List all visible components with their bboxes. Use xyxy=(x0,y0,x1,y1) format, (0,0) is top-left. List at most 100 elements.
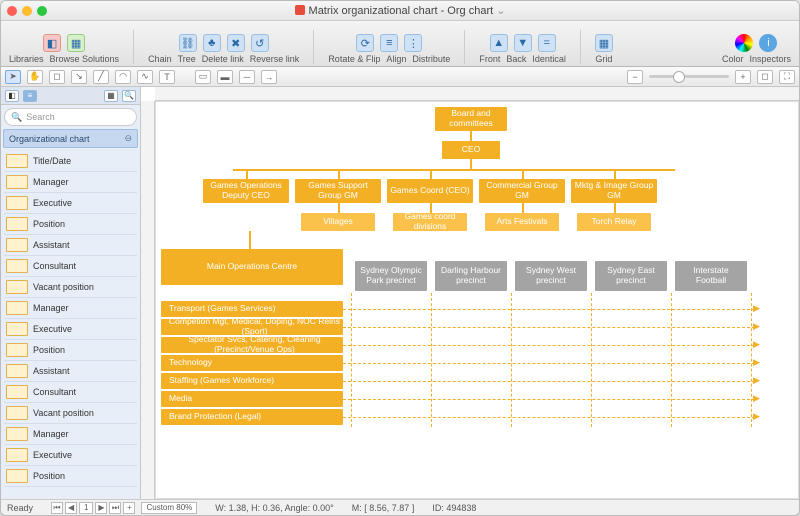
library-item[interactable]: Position xyxy=(4,466,137,487)
library-item[interactable]: Consultant xyxy=(4,382,137,403)
tree-icon[interactable]: ♣ xyxy=(203,34,221,52)
sidebar-tab-search[interactable]: 🔍 xyxy=(122,90,136,102)
orgchart-node[interactable]: Transport (Games Services) xyxy=(161,301,343,317)
library-item-label: Title/Date xyxy=(33,156,71,166)
align-icon[interactable]: ≡ xyxy=(380,34,398,52)
reverse-link-icon[interactable]: ↺ xyxy=(251,34,269,52)
page-last-button[interactable]: ⏭ xyxy=(109,502,121,514)
page-first-button[interactable]: ⏮ xyxy=(51,502,63,514)
traffic-lights xyxy=(7,6,47,16)
distribute-icon[interactable]: ⋮ xyxy=(404,34,422,52)
library-item[interactable]: Vacant position xyxy=(4,403,137,424)
orgchart-node[interactable]: Mktg & Image Group GM xyxy=(571,179,657,203)
sidebar-tab-list[interactable]: ≡ xyxy=(23,90,37,102)
arc-tool[interactable]: ◠ xyxy=(115,70,131,84)
orgchart-node[interactable]: Sydney Olympic Park precinct xyxy=(355,261,427,291)
library-item-label: Manager xyxy=(33,177,69,187)
chain-icon[interactable]: ⛓ xyxy=(179,34,197,52)
orgchart-node[interactable]: Main Operations Centre xyxy=(161,249,343,285)
fitpage-icon[interactable]: ◻ xyxy=(757,70,773,84)
library-item[interactable]: Executive xyxy=(4,445,137,466)
orgchart-node[interactable]: Sydney West precinct xyxy=(515,261,587,291)
pointer-tool[interactable]: ➤ xyxy=(5,70,21,84)
orgchart-node[interactable]: Games Operations Deputy CEO xyxy=(203,179,289,203)
orgchart-node[interactable]: Games Support Group GM xyxy=(295,179,381,203)
connector-tool[interactable]: ↘ xyxy=(71,70,87,84)
library-item[interactable]: Executive xyxy=(4,193,137,214)
arrow-icon: ▶ xyxy=(753,321,760,332)
format-fill[interactable]: ▬ xyxy=(217,70,233,84)
page-next-button[interactable]: ▶ xyxy=(95,502,107,514)
search-icon: 🔍 xyxy=(11,112,22,123)
orgchart-node[interactable]: Technology xyxy=(161,355,343,371)
sidebar-search[interactable]: 🔍Search xyxy=(4,108,137,126)
library-item[interactable]: Vacant position xyxy=(4,277,137,298)
orgchart-node[interactable]: Torch Relay xyxy=(577,213,651,231)
sidebar-tab-panel[interactable]: ◧ xyxy=(5,90,19,102)
orgchart-node[interactable]: Games coord divisions xyxy=(393,213,467,231)
orgchart-node[interactable]: Darling Harbour precinct xyxy=(435,261,507,291)
page-current[interactable]: 1 xyxy=(79,502,93,514)
orgchart-node[interactable]: Brand Protection (Legal) xyxy=(161,409,343,425)
rotate-flip-icon[interactable]: ⟳ xyxy=(356,34,374,52)
zoom-out-button[interactable]: − xyxy=(627,70,643,84)
spline-tool[interactable]: ∿ xyxy=(137,70,153,84)
grid-icon[interactable]: ▦ xyxy=(595,34,613,52)
inspectors-icon[interactable]: i xyxy=(759,34,777,52)
format-arrow[interactable]: → xyxy=(261,70,277,84)
library-item[interactable]: Title/Date xyxy=(4,151,137,172)
page-prev-button[interactable]: ◀ xyxy=(65,502,77,514)
canvas[interactable]: Board and committees CEO Games Operations … xyxy=(155,101,799,499)
library-item[interactable]: Executive xyxy=(4,319,137,340)
shape-thumb-icon xyxy=(6,259,28,273)
orgchart-node[interactable]: Arts Festivals xyxy=(485,213,559,231)
orgchart-node[interactable]: Commercial Group GM xyxy=(479,179,565,203)
page-add-button[interactable]: + xyxy=(123,502,135,514)
orgchart-node[interactable]: Staffing (Games Workforce) xyxy=(161,373,343,389)
sidebar-library-header[interactable]: Organizational chart⊖ xyxy=(3,129,138,148)
orgchart-node[interactable]: Interstate Football xyxy=(675,261,747,291)
shape-thumb-icon xyxy=(6,238,28,252)
front-icon[interactable]: ▲ xyxy=(490,34,508,52)
hand-tool[interactable]: ✋ xyxy=(27,70,43,84)
library-item[interactable]: Assistant xyxy=(4,235,137,256)
orgchart-node[interactable]: Spectator Svcs, Catering, Cleaning (Prec… xyxy=(161,337,343,353)
toolbar-group-right: i ColorInspectors xyxy=(722,34,791,64)
fullscreen-icon[interactable]: ⛶ xyxy=(779,70,795,84)
shape-tool[interactable]: ◻ xyxy=(49,70,65,84)
library-item[interactable]: Position xyxy=(4,214,137,235)
close-icon[interactable] xyxy=(7,6,17,16)
format-border[interactable]: ▭ xyxy=(195,70,211,84)
color-icon[interactable] xyxy=(735,34,753,52)
toolbar-label: Libraries xyxy=(9,54,44,64)
format-line[interactable]: ─ xyxy=(239,70,255,84)
minimize-icon[interactable] xyxy=(22,6,32,16)
text-tool[interactable]: T xyxy=(159,70,175,84)
orgchart-node[interactable]: CEO xyxy=(442,141,500,159)
delete-link-icon[interactable]: ✖ xyxy=(227,34,245,52)
identical-icon[interactable]: = xyxy=(538,34,556,52)
orgchart-node[interactable]: Villages xyxy=(301,213,375,231)
page-navigator: ⏮ ◀ 1 ▶ ⏭ + Custom 80% xyxy=(51,502,197,514)
library-item[interactable]: Assistant xyxy=(4,361,137,382)
libraries-icon[interactable]: ◧ xyxy=(43,34,61,52)
orgchart-node[interactable]: Board and committees xyxy=(435,107,507,131)
browse-solutions-icon[interactable]: ▦ xyxy=(67,34,85,52)
orgchart-node[interactable]: Media xyxy=(161,391,343,407)
zoom-readout[interactable]: Custom 80% xyxy=(141,502,197,514)
orgchart-node[interactable]: Sydney East precinct xyxy=(595,261,667,291)
library-item[interactable]: Manager xyxy=(4,424,137,445)
back-icon[interactable]: ▼ xyxy=(514,34,532,52)
library-item[interactable]: Position xyxy=(4,340,137,361)
library-item[interactable]: Consultant xyxy=(4,256,137,277)
line-tool[interactable]: ╱ xyxy=(93,70,109,84)
zoom-in-button[interactable]: + xyxy=(735,70,751,84)
orgchart-node[interactable]: Competion Mgt, Medical, Doping, NOC Reln… xyxy=(161,319,343,335)
shape-thumb-icon xyxy=(6,406,28,420)
zoom-slider[interactable] xyxy=(649,75,729,78)
zoom-icon[interactable] xyxy=(37,6,47,16)
sidebar-tab-grid[interactable]: ▦ xyxy=(104,90,118,102)
orgchart-node[interactable]: Games Coord (CEO) xyxy=(387,179,473,203)
library-item[interactable]: Manager xyxy=(4,172,137,193)
library-item[interactable]: Manager xyxy=(4,298,137,319)
